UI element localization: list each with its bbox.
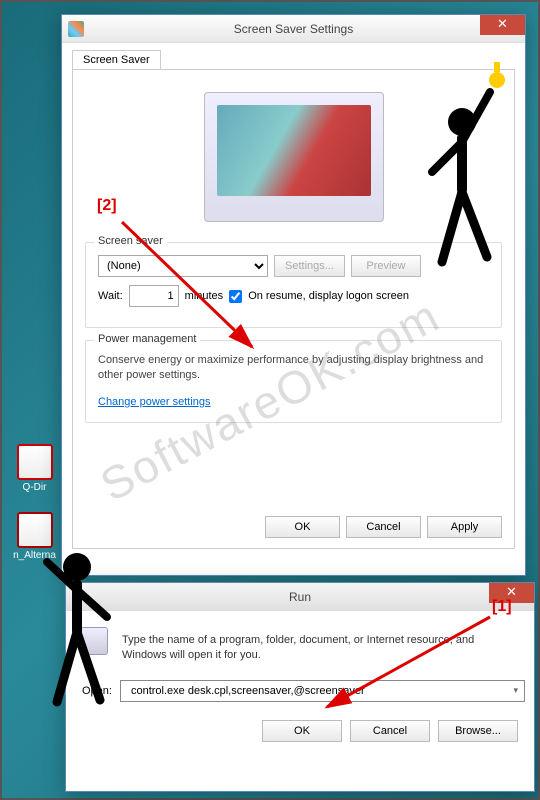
screensaver-settings-window: Screen Saver Settings ✕ Screen Saver Scr…: [61, 14, 526, 576]
run-body: Type the name of a program, folder, docu…: [66, 611, 534, 756]
folder-icon: [17, 512, 53, 548]
titlebar[interactable]: Screen Saver Settings ✕: [62, 15, 525, 43]
group-screensaver: Screen saver (None) Settings... Preview …: [85, 242, 502, 328]
chevron-down-icon[interactable]: ▾: [513, 685, 518, 696]
group-legend: Power management: [94, 333, 200, 345]
settings-button[interactable]: Settings...: [274, 255, 345, 277]
tab-strip: Screen Saver: [62, 43, 525, 69]
icon-label: n_Alterna: [12, 550, 57, 561]
app-icon: [68, 21, 84, 37]
wait-label: Wait:: [98, 290, 123, 302]
tab-screensaver[interactable]: Screen Saver: [72, 50, 161, 70]
run-buttons: OK Cancel Browse...: [82, 720, 518, 742]
screensaver-dropdown[interactable]: (None): [98, 255, 268, 277]
folder-icon: [17, 444, 53, 480]
apply-button[interactable]: Apply: [427, 516, 502, 538]
group-power: Power management Conserve energy or maxi…: [85, 340, 502, 423]
icon-label: Q-Dir: [12, 482, 57, 493]
run-window: Run ✕ Type the name of a program, folder…: [65, 582, 535, 792]
dialog-buttons: OK Cancel Apply: [265, 516, 502, 538]
run-description: Type the name of a program, folder, docu…: [122, 633, 518, 664]
titlebar[interactable]: Run ✕: [66, 583, 534, 611]
ok-button[interactable]: OK: [262, 720, 342, 742]
close-button[interactable]: ✕: [480, 15, 525, 35]
window-title: Run: [289, 590, 311, 604]
desktop-icon-alterna[interactable]: n_Alterna: [12, 512, 57, 561]
wait-input[interactable]: [129, 285, 179, 307]
window-title: Screen Saver Settings: [234, 22, 353, 36]
group-legend: Screen saver: [94, 235, 167, 247]
resume-label: On resume, display logon screen: [248, 290, 409, 302]
monitor-preview: [204, 92, 384, 222]
run-command-input[interactable]: [120, 680, 526, 702]
change-power-link[interactable]: Change power settings: [98, 396, 211, 408]
resume-checkbox[interactable]: [229, 290, 242, 303]
close-button[interactable]: ✕: [489, 583, 534, 603]
power-text: Conserve energy or maximize performance …: [98, 353, 489, 384]
ok-button[interactable]: OK: [265, 516, 340, 538]
run-icon: [80, 627, 108, 655]
cancel-button[interactable]: Cancel: [350, 720, 430, 742]
open-label: Open:: [82, 685, 112, 697]
desktop-icon-qdir[interactable]: Q-Dir: [12, 444, 57, 493]
minutes-label: minutes: [185, 290, 224, 302]
tab-body: Screen saver (None) Settings... Preview …: [72, 69, 515, 549]
browse-button[interactable]: Browse...: [438, 720, 518, 742]
preview-button[interactable]: Preview: [351, 255, 421, 277]
cancel-button[interactable]: Cancel: [346, 516, 421, 538]
